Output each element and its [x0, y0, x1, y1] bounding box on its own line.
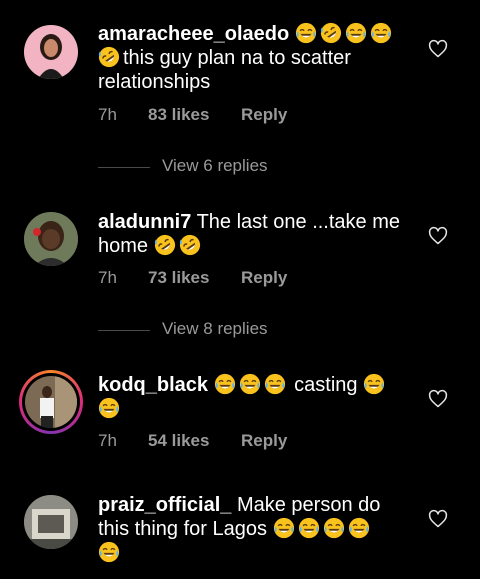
divider: [98, 167, 150, 168]
face-with-tears-of-joy-emoji: [98, 397, 120, 419]
username[interactable]: praiz_official_: [98, 494, 231, 516]
face-with-tears-of-joy-emoji: [214, 373, 236, 395]
avatar[interactable]: [24, 25, 78, 79]
heart-outline-icon[interactable]: [428, 389, 448, 409]
comment-text: aladunni7 The last one ...take me home: [98, 210, 416, 258]
avatar[interactable]: [24, 212, 78, 266]
face-with-tears-of-joy-emoji: [295, 22, 317, 44]
comment-body-line-1: this guy plan na to scatter: [123, 47, 351, 69]
face-with-tears-of-joy-emoji: [298, 517, 320, 539]
likes-count[interactable]: 73 likes: [148, 268, 209, 288]
reply-button[interactable]: Reply: [241, 268, 287, 288]
comment-body-line-1: Make person do: [236, 494, 381, 516]
face-with-tears-of-joy-emoji: [98, 541, 120, 563]
username[interactable]: aladunni7: [98, 211, 191, 233]
face-with-tears-of-joy-emoji: [348, 517, 370, 539]
face-with-tears-of-joy-emoji: [264, 373, 286, 395]
rolling-on-the-floor-laughing-emoji: [154, 234, 176, 256]
timestamp: 7h: [98, 268, 117, 287]
face-with-tears-of-joy-emoji: [345, 22, 367, 44]
comment-body-line-2: relationships: [98, 71, 211, 93]
view-replies-label: View 6 replies: [162, 156, 268, 175]
face-with-tears-of-joy-emoji: [323, 517, 345, 539]
comment-body-line-1: casting: [294, 374, 358, 396]
comment-text: amaracheee_olaedo this guy plan na to sc…: [98, 22, 416, 94]
face-with-tears-of-joy-emoji: [273, 517, 295, 539]
heart-outline-icon[interactable]: [428, 39, 448, 59]
timestamp: 7h: [98, 431, 117, 450]
divider: [98, 330, 150, 331]
comment-body-line-2: home: [98, 235, 149, 257]
likes-count[interactable]: 83 likes: [148, 105, 209, 125]
rolling-on-the-floor-laughing-emoji: [179, 234, 201, 256]
comment-text: praiz_official_ Make person do this thin…: [98, 493, 416, 565]
reply-button[interactable]: Reply: [241, 431, 287, 451]
avatar[interactable]: [24, 495, 78, 549]
comment-text: kodq_black casting: [98, 373, 416, 421]
comment-body-line-2: this thing for Lagos: [98, 518, 267, 540]
username[interactable]: amaracheee_olaedo: [98, 23, 289, 45]
heart-outline-icon[interactable]: [428, 509, 448, 529]
comment-body-line-1: The last one ...take me: [196, 211, 400, 233]
face-with-tears-of-joy-emoji: [370, 22, 392, 44]
username[interactable]: kodq_black: [98, 374, 208, 396]
heart-outline-icon[interactable]: [428, 226, 448, 246]
reply-button[interactable]: Reply: [241, 105, 287, 125]
likes-count[interactable]: 54 likes: [148, 431, 209, 451]
avatar-story-ring[interactable]: [19, 370, 83, 434]
rolling-on-the-floor-laughing-emoji: [98, 46, 120, 68]
face-with-tears-of-joy-emoji: [363, 373, 385, 395]
view-replies-label: View 8 replies: [162, 319, 268, 338]
avatar: [25, 376, 77, 428]
face-with-tears-of-joy-emoji: [239, 373, 261, 395]
timestamp: 7h: [98, 105, 117, 124]
rolling-on-the-floor-laughing-emoji: [320, 22, 342, 44]
